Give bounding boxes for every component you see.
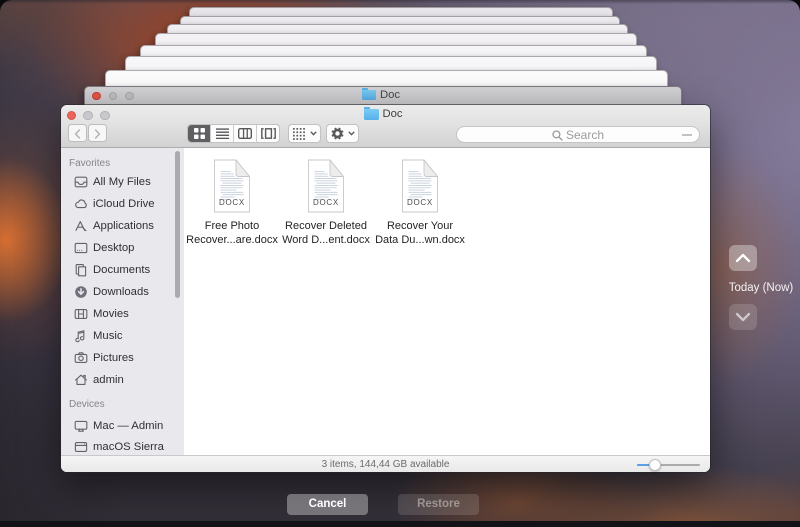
svg-text:DOCX: DOCX xyxy=(407,198,433,207)
svg-text:DOCX: DOCX xyxy=(219,198,245,207)
svg-text:DOCX: DOCX xyxy=(313,198,339,207)
